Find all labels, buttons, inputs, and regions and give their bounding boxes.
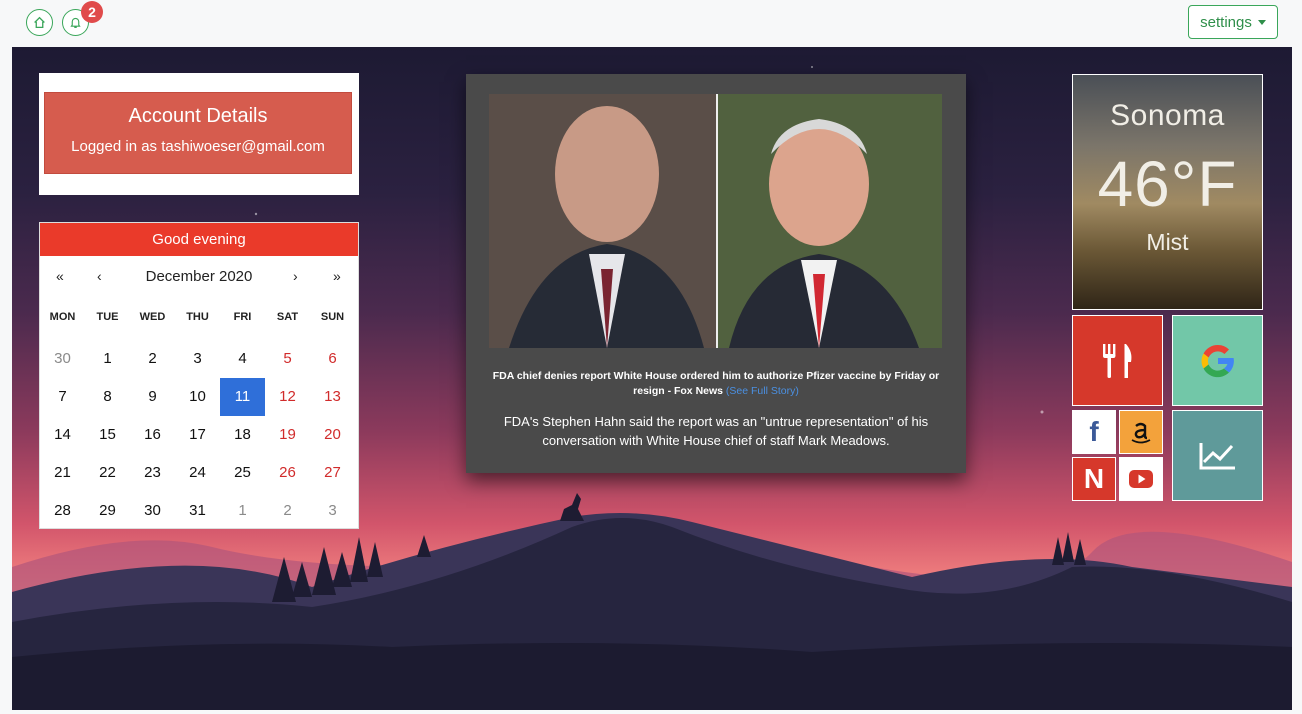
calendar-day[interactable]: 2 [130,340,175,378]
weekday-header: TUE [96,311,119,323]
netflix-tile[interactable]: N [1072,457,1116,501]
youtube-tile[interactable] [1119,457,1163,501]
wallpaper-scene: Account Details Logged in as tashiwoeser… [12,47,1292,710]
calendar-day[interactable]: 5 [265,340,310,378]
weekday-header: THU [186,311,209,323]
weekday-header: SAT [276,311,299,323]
stocks-tile[interactable] [1172,410,1263,501]
news-headline-text: FDA chief denies report White House orde… [492,370,940,397]
account-email: Logged in as tashiwoeser@gmail.com [71,138,325,155]
weekday-header: SUN [320,311,345,323]
news-card: FDA chief denies report White House orde… [466,74,966,473]
news-photo-placeholder [489,94,942,348]
news-image[interactable] [489,94,942,348]
home-button[interactable] [26,9,53,36]
calendar-day[interactable]: 27 [310,454,355,492]
calendar-day[interactable]: 23 [130,454,175,492]
calendar-day[interactable]: 2 [265,492,310,530]
greeting-banner: Good evening [40,223,358,256]
calendar-day[interactable]: 6 [310,340,355,378]
youtube-icon [1129,470,1153,488]
calendar-day[interactable]: 13 [310,378,355,416]
calendar-day[interactable]: 1 [220,492,265,530]
weekday-header: WED [139,311,166,323]
settings-dropdown-button[interactable]: settings [1188,5,1278,39]
calendar-day[interactable]: 3 [175,340,220,378]
calendar-day[interactable]: 26 [265,454,310,492]
weather-city: Sonoma [1110,99,1225,132]
account-details-button[interactable]: Account Details Logged in as tashiwoeser… [44,92,352,174]
top-bar: 2 settings [0,0,1302,46]
google-tile[interactable] [1172,315,1263,406]
calendar-day[interactable]: 8 [85,378,130,416]
next-month-button[interactable]: › [293,268,298,284]
home-icon [34,16,45,29]
calendar-day[interactable]: 21 [40,454,85,492]
calendar-day[interactable]: 9 [130,378,175,416]
calendar-widget: Good evening « ‹ December 2020 › » MON TU… [39,222,359,529]
calendar-day[interactable]: 24 [175,454,220,492]
calendar-day[interactable]: 22 [85,454,130,492]
calendar-day[interactable]: 4 [220,340,265,378]
bell-icon [70,17,81,28]
calendar-day[interactable]: 10 [175,378,220,416]
calendar-day[interactable]: 29 [85,492,130,530]
calendar-day[interactable]: 30 [130,492,175,530]
calendar-day[interactable]: 19 [265,416,310,454]
weather-temperature: 46°F [1097,148,1238,220]
calendar-day[interactable]: 12 [265,378,310,416]
facebook-icon: f [1089,416,1099,447]
facebook-tile[interactable]: f [1072,410,1116,454]
calendar-day[interactable]: 30 [40,340,85,378]
calendar-day-today[interactable]: 11 [220,378,265,416]
calendar-day[interactable]: 25 [220,454,265,492]
calendar-grid: MON TUE WED THU FRI SAT SUN 30 1 2 3 4 5 6 7 8 9 10 11 12 13… [40,296,358,530]
calendar-nav: « ‹ December 2020 › » [40,256,358,296]
calendar-month-label: December 2020 [145,268,253,285]
calendar-day[interactable]: 14 [40,416,85,454]
line-chart-icon [1199,442,1235,469]
next-year-button[interactable]: » [333,268,341,284]
google-icon [1201,344,1234,377]
fork-knife-icon [1102,343,1131,378]
calendar-day[interactable]: 17 [175,416,220,454]
news-summary: FDA's Stephen Hahn said the report was a… [503,414,929,448]
calendar-day[interactable]: 1 [85,340,130,378]
settings-label: settings [1200,13,1252,31]
weather-tile[interactable]: Sonoma 46°F Mist [1072,74,1263,310]
amazon-icon [1131,422,1151,444]
calendar-day[interactable]: 7 [40,378,85,416]
notification-badge: 2 [81,1,103,23]
account-title: Account Details [128,105,268,127]
weekday-header: FRI [233,311,252,323]
calendar-day[interactable]: 20 [310,416,355,454]
news-headline: FDA chief denies report White House orde… [491,369,941,399]
calendar-day[interactable]: 3 [310,492,355,530]
calendar-day[interactable]: 15 [85,416,130,454]
calendar-day[interactable]: 31 [175,492,220,530]
netflix-icon: N [1083,463,1105,494]
calendar-day[interactable]: 16 [130,416,175,454]
calendar-day[interactable]: 28 [40,492,85,530]
amazon-tile[interactable] [1119,410,1163,454]
caret-down-icon [1257,19,1266,25]
see-full-story-link[interactable]: (See Full Story) [726,385,799,397]
calendar-day[interactable]: 18 [220,416,265,454]
weather-condition: Mist [1146,229,1189,255]
restaurants-tile[interactable] [1072,315,1163,406]
account-card: Account Details Logged in as tashiwoeser… [39,73,359,195]
weekday-header: MON [49,311,76,323]
